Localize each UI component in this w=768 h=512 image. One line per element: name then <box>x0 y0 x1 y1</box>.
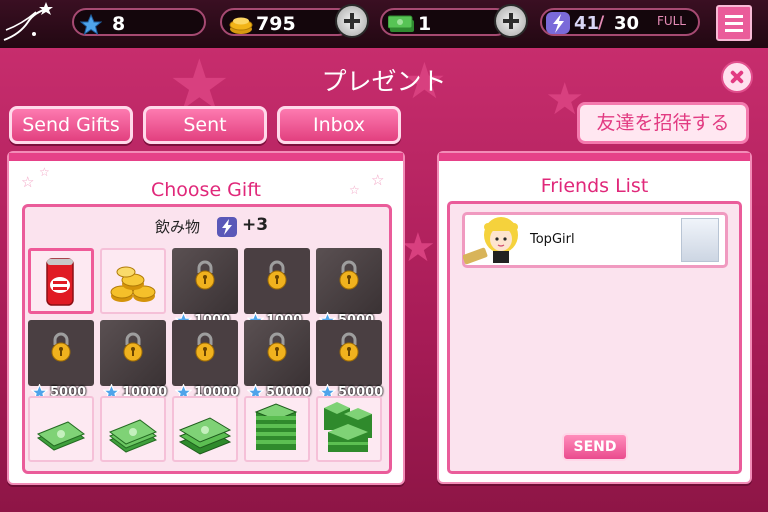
deco-star-icon: ☆ <box>349 183 360 197</box>
energy-separator: / <box>598 13 605 33</box>
tab-sent[interactable]: Sent <box>143 106 267 144</box>
gift-tile-locked[interactable]: 10000 <box>172 320 239 401</box>
top-bar: 8 795 1 41 / 30 FULL <box>0 0 768 48</box>
padlock-icon <box>195 332 215 362</box>
gift-tile-cash[interactable] <box>172 396 238 462</box>
game-logo-icon <box>3 2 53 41</box>
category-label: 飲み物 <box>155 218 201 236</box>
cash-icon <box>388 15 414 32</box>
cash-bill-icon <box>36 421 86 451</box>
stars-value: 8 <box>112 13 126 35</box>
bg-star-icon: ★ <box>400 225 436 271</box>
deco-star-icon: ☆ <box>39 165 50 179</box>
star-icon <box>80 14 102 36</box>
energy-counter: 41 / 30 FULL <box>540 8 700 36</box>
energy-full-label: FULL <box>656 14 686 28</box>
cash-value: 1 <box>418 13 432 35</box>
energy-bonus: +3 <box>242 215 269 235</box>
panel-header-bar <box>9 153 403 161</box>
deco-star-icon: ☆ <box>371 171 385 189</box>
gift-tile-locked[interactable]: 5000 <box>28 320 94 401</box>
gift-tile-locked[interactable]: 50000 <box>244 320 311 401</box>
avatar <box>463 217 518 265</box>
padlock-icon <box>123 332 143 362</box>
energy-bolt-icon <box>546 12 570 34</box>
padlock-icon <box>51 332 71 362</box>
padlock-icon <box>267 332 287 362</box>
gift-tile-locked[interactable]: 10000 <box>100 320 167 401</box>
coin-stack-icon <box>110 266 156 302</box>
gift-tile-locked[interactable]: 5000 <box>316 248 382 329</box>
add-coins-button[interactable] <box>335 4 369 38</box>
cash-stack-icon <box>178 417 232 455</box>
gift-tile-locked[interactable]: 1000 <box>244 248 310 329</box>
panel-header-bar <box>439 153 750 161</box>
cash-counter: 1 <box>380 8 510 36</box>
gift-tile-locked[interactable]: 1000 <box>172 248 238 329</box>
friend-name: TopGirl <box>530 232 575 247</box>
cash-stack-icon <box>254 403 298 450</box>
gift-tile-cash[interactable] <box>28 396 94 462</box>
padlock-icon <box>339 260 359 290</box>
page-title: プレゼント <box>321 67 447 96</box>
deco-star-icon: ☆ <box>21 173 35 191</box>
invite-friends-button[interactable]: 友達を招待する <box>577 102 749 144</box>
gift-tile-coins[interactable] <box>100 248 166 314</box>
padlock-icon <box>339 332 359 362</box>
choose-gift-title: Choose Gift <box>151 179 261 201</box>
stars-counter: 8 <box>72 8 206 36</box>
gift-tile-soda[interactable] <box>28 248 94 314</box>
gift-slot-placeholder <box>681 218 719 262</box>
friends-list-title: Friends List <box>540 175 649 197</box>
tab-inbox[interactable]: Inbox <box>277 106 401 144</box>
coins-icon <box>229 17 253 34</box>
energy-current: 41 <box>574 13 600 34</box>
add-cash-button[interactable] <box>494 4 528 38</box>
energy-bolt-icon <box>217 217 237 237</box>
gift-tile-cash[interactable] <box>100 396 166 462</box>
close-icon[interactable] <box>721 61 753 93</box>
energy-max: 30 <box>614 13 640 34</box>
tab-send-gifts[interactable]: Send Gifts <box>9 106 133 144</box>
coins-counter: 795 <box>220 8 352 36</box>
send-button[interactable]: SEND <box>562 433 628 461</box>
padlock-icon <box>195 260 215 290</box>
cash-pile-icon <box>324 402 372 452</box>
gift-tile-cash[interactable] <box>316 396 382 462</box>
gift-tile-cash[interactable] <box>244 396 310 462</box>
cash-bill-icon <box>108 419 158 453</box>
hamburger-menu-icon[interactable] <box>716 5 752 41</box>
gift-tile-locked[interactable]: 50000 <box>316 320 383 401</box>
soda-can-icon <box>46 258 74 306</box>
coins-value: 795 <box>256 13 296 35</box>
padlock-icon <box>267 260 287 290</box>
